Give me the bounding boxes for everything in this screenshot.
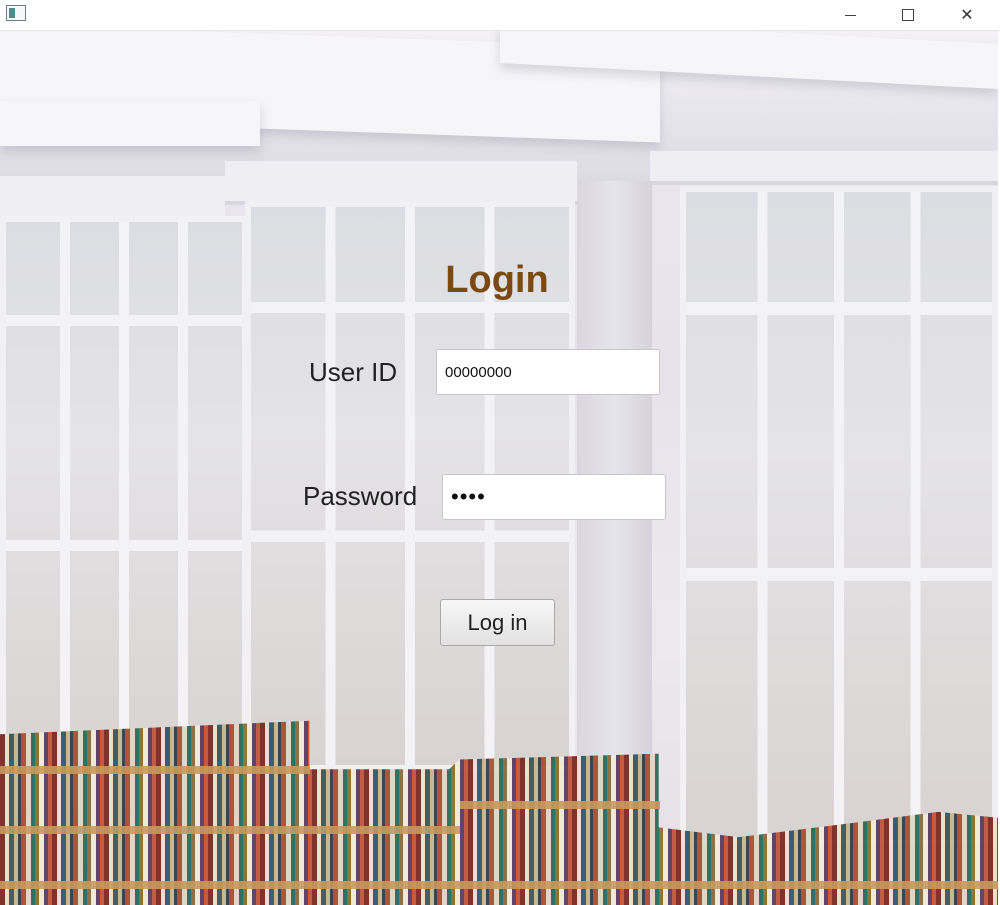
login-title: Login [445, 259, 549, 301]
user-id-label: User ID [309, 357, 398, 387]
login-form: Login User ID Password Log in [0, 0, 1000, 905]
user-id-input[interactable] [436, 349, 660, 395]
login-button[interactable]: Log in [440, 599, 555, 646]
password-input[interactable] [442, 474, 666, 520]
password-label: Password [303, 481, 418, 511]
